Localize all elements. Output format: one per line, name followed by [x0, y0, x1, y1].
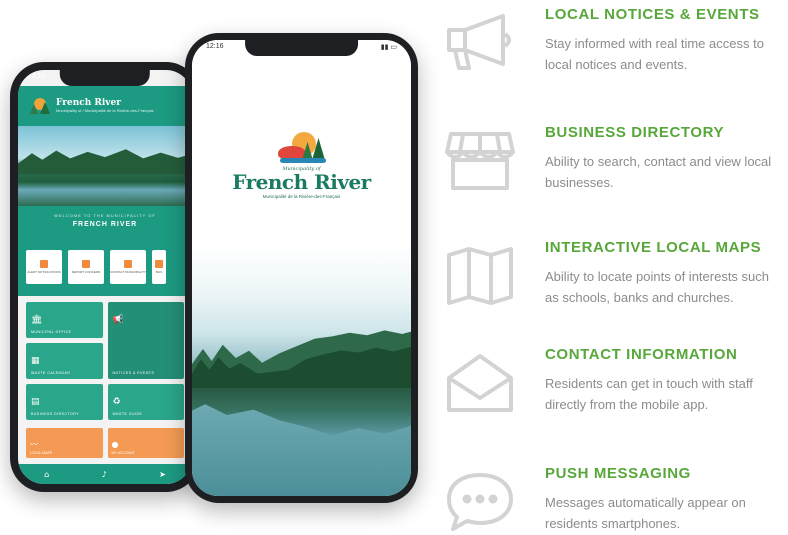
town-tagline: Municipalité de la Rivière-des-Français — [262, 194, 341, 199]
map-icon: 〰 — [30, 440, 38, 449]
tile-bus[interactable]: Bus — [152, 250, 166, 284]
feature-description: Stay informed with real time access to l… — [545, 36, 764, 72]
phone-notch — [244, 40, 359, 56]
feature-local-notices: LOCAL NOTICES & EVENTS Stay informed wit… — [445, 6, 785, 102]
grid-municipal-office[interactable]: 🏛 Municipal Office — [26, 302, 103, 338]
feature-title: BUSINESS DIRECTORY — [545, 124, 725, 141]
home-icon[interactable]: ⌂ — [44, 470, 49, 479]
feature-contact-information: CONTACT INFORMATION Residents can get in… — [445, 346, 785, 442]
feature-grid: 🏛 Municipal Office 📢 Notices & Events ▦ Was… — [26, 302, 184, 420]
bottom-nav: ⌂ ♪ ➤ — [18, 464, 192, 484]
feature-description: Residents can get in touch with staff di… — [545, 376, 753, 412]
feature-title: CONTACT INFORMATION — [545, 346, 738, 363]
feature-title: PUSH MESSAGING — [545, 465, 691, 482]
tile-my-account[interactable]: ● My Account — [107, 428, 184, 458]
municipal-emblem-icon — [274, 132, 330, 164]
calendar-icon: ▦ — [31, 356, 40, 366]
folded-map-icon — [445, 245, 515, 307]
document-icon: ▤ — [31, 397, 40, 407]
back-phone-mockup: 12:16 French River Municipality of / Mun… — [10, 62, 200, 492]
town-name: French River — [232, 170, 371, 194]
front-phone-mockup: 12:16 ▮▮ ▭ Municipality of French River … — [185, 33, 418, 503]
grid-waste-calendar[interactable]: ▦ Waste Calendar — [26, 343, 103, 379]
storefront-icon — [445, 130, 515, 192]
alert-icon — [40, 259, 48, 268]
chat-bubble-icon — [445, 471, 515, 533]
feature-business-directory: BUSINESS DIRECTORY Ability to search, co… — [445, 124, 785, 220]
back-phone-screen: 12:16 French River Municipality of / Mun… — [18, 70, 192, 484]
quick-tiles: Alert Notifications Report Concern Conta… — [18, 248, 192, 296]
recycle-icon: ♻ — [112, 397, 121, 407]
grid-waste-guide[interactable]: ♻ Waste Guide — [107, 384, 184, 420]
grid-business-directory[interactable]: ▤ Business Directory — [26, 384, 103, 420]
status-time: 12:16 — [28, 73, 46, 80]
bank-icon: 🏛 — [31, 315, 43, 325]
status-time: 12:16 — [206, 43, 224, 50]
app-brand: French River Municipality of / Municipal… — [56, 98, 154, 114]
bus-icon — [155, 259, 163, 268]
front-phone-screen: 12:16 ▮▮ ▭ Municipality of French River … — [192, 40, 411, 496]
megaphone-icon: 📢 — [112, 315, 124, 325]
report-icon — [82, 259, 90, 268]
welcome-banner: WELCOME TO THE MUNICIPALITY OF FRENCH RI… — [18, 206, 192, 248]
megaphone-icon — [445, 12, 515, 74]
feature-description: Messages automatically appear on residen… — [545, 495, 746, 531]
app-header: French River Municipality of / Municipal… — [18, 86, 192, 126]
hero-image — [18, 126, 192, 206]
tile-contact-municipality[interactable]: Contact Municipality — [110, 250, 146, 284]
contact-icon — [124, 259, 132, 268]
tile-local-maps[interactable]: 〰 Local Maps — [26, 428, 103, 458]
feature-push-messaging: PUSH MESSAGING Messages automatically ap… — [445, 465, 785, 535]
logo-icon — [28, 98, 52, 114]
orange-tiles: 〰 Local Maps ● My Account — [26, 428, 184, 458]
splash-logo: Municipality of French River Municipalit… — [192, 132, 411, 199]
feature-description: Ability to locate points of interests su… — [545, 269, 770, 305]
phone-notch — [59, 70, 151, 86]
open-envelope-icon — [445, 352, 515, 414]
feature-description: Ability to search, contact and view loca… — [545, 154, 772, 190]
grid-notices-events[interactable]: 📢 Notices & Events — [107, 302, 184, 379]
tile-report-concern[interactable]: Report Concern — [68, 250, 104, 284]
user-icon: ● — [111, 440, 119, 449]
battery-icon: ▮▮ ▭ — [380, 44, 397, 51]
feature-title: INTERACTIVE LOCAL MAPS — [545, 239, 762, 256]
feature-title: LOCAL NOTICES & EVENTS — [545, 6, 760, 23]
feature-interactive-maps: INTERACTIVE LOCAL MAPS Ability to locate… — [445, 239, 785, 335]
send-icon[interactable]: ➤ — [159, 470, 166, 479]
bell-icon[interactable]: ♪ — [102, 470, 107, 479]
tile-alert-notifications[interactable]: Alert Notifications — [26, 250, 62, 284]
